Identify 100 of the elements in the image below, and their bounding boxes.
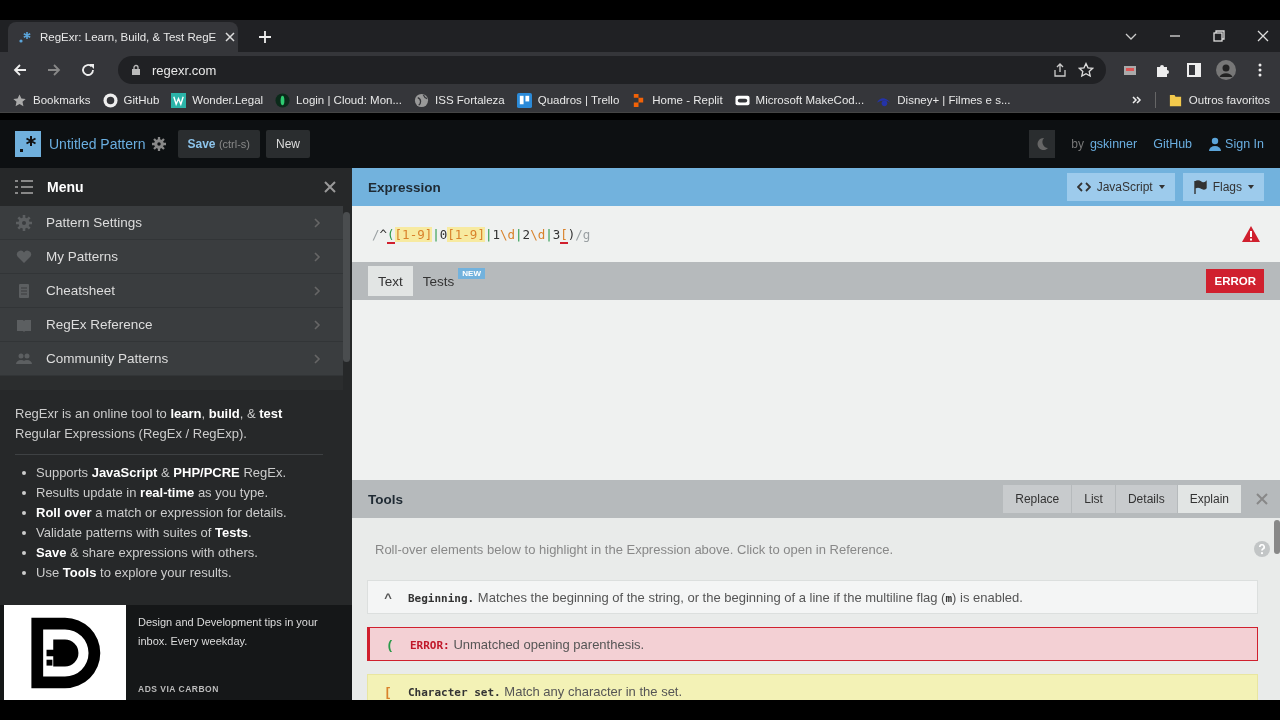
new-tab-icon[interactable] xyxy=(258,30,272,44)
gear-icon[interactable] xyxy=(151,137,166,151)
menu-item[interactable]: My Patterns xyxy=(0,240,343,274)
sign-in-link[interactable]: Sign In xyxy=(1208,137,1264,151)
ad-text[interactable]: Design and Development tips in your inbox. Every weekday. xyxy=(138,613,338,684)
chevron-right-icon xyxy=(313,216,321,229)
menu-title: Menu xyxy=(47,179,84,195)
panel-tab[interactable]: Text xyxy=(368,266,413,296)
bookmark-folder[interactable]: Outros favoritos xyxy=(1167,92,1270,108)
tool-tab[interactable]: List xyxy=(1072,485,1115,513)
code-icon xyxy=(1076,180,1091,194)
bookmark-label: ISS Fortaleza xyxy=(435,94,505,106)
avatar-icon[interactable] xyxy=(1216,60,1236,80)
warning-icon xyxy=(1242,226,1260,242)
list-icon xyxy=(15,180,33,194)
explain-item[interactable]: ( ERROR: Unmatched opening parenthesis. xyxy=(367,627,1258,661)
tab-title: RegExr: Learn, Build, & Test RegE xyxy=(40,31,217,43)
sidebar-icon[interactable] xyxy=(1186,62,1202,78)
ad-footer[interactable]: ADS VIA CARBON xyxy=(138,684,338,694)
star-icon xyxy=(12,92,27,108)
menu-item[interactable]: RegEx Reference xyxy=(0,308,343,342)
flag-icon xyxy=(1192,180,1207,194)
ad-logo[interactable] xyxy=(4,605,126,700)
pattern-title[interactable]: Untitled Pattern xyxy=(49,136,146,152)
scrollbar-thumb[interactable] xyxy=(1274,520,1280,554)
reload-icon[interactable] xyxy=(80,62,96,78)
menu-item[interactable]: Community Patterns xyxy=(0,342,343,376)
panel-title: Expression xyxy=(368,179,441,195)
bookmark-label: Wonder.Legal xyxy=(192,94,264,106)
chevron-right-icon xyxy=(313,250,321,263)
globe-icon xyxy=(414,92,429,108)
byline: by xyxy=(1071,137,1084,151)
flags-dropdown[interactable]: Flags xyxy=(1182,173,1264,201)
panel-title: Tools xyxy=(368,491,403,507)
forward-arrow-icon[interactable] xyxy=(46,62,62,78)
bookmark[interactable]: Disney+ | Filmes e s... xyxy=(876,92,1011,108)
folder-icon xyxy=(1167,92,1183,108)
bookmark[interactable]: Bookmarks xyxy=(12,92,91,108)
close-icon[interactable] xyxy=(224,31,237,43)
star-icon[interactable] xyxy=(1078,62,1094,78)
bookmark[interactable]: GitHub xyxy=(102,92,160,108)
scrollbar-thumb[interactable] xyxy=(343,212,350,362)
board-icon xyxy=(516,92,532,108)
bookmark[interactable]: Home - Replit xyxy=(631,92,723,108)
leaf-icon xyxy=(275,92,291,108)
explain-item[interactable]: ^ Beginning. Matches the beginning of the string, or the beginning of a line if the multiline flag (m) is enabled. xyxy=(367,580,1258,614)
bookmark[interactable]: Quadros | Trello xyxy=(516,92,620,108)
double-chevron-icon[interactable] xyxy=(1130,94,1143,106)
explain-item[interactable]: [ Character set. Match any character in the set. xyxy=(367,674,1258,700)
address-bar[interactable]: regexr.com xyxy=(118,56,1106,84)
hint-text: Roll-over elements below to highlight in the Expression above. Click to open in Reference. xyxy=(375,541,894,557)
theme-toggle[interactable] xyxy=(1029,130,1056,158)
share-icon[interactable] xyxy=(1052,62,1068,78)
bookmark-label: Login | Cloud: Mon... xyxy=(296,94,402,106)
tool-tab[interactable]: Replace xyxy=(1003,485,1072,513)
bookmark-label: Microsoft MakeCod... xyxy=(755,94,865,106)
feature-item: Validate patterns with suites of Tests. xyxy=(22,523,323,543)
error-status: ERROR xyxy=(1206,269,1264,293)
bookmark-label: GitHub xyxy=(123,94,160,106)
browser-tab[interactable]: RegExr: Learn, Build, & Test RegE xyxy=(8,22,238,52)
feature-item: Roll over a match or expression for details. xyxy=(22,503,323,523)
panel-tab[interactable]: Tests $^{NEW}$ xyxy=(412,266,495,296)
feature-item: Use Tools to explore your results. xyxy=(22,563,323,583)
github-link[interactable]: GitHub xyxy=(1153,137,1193,151)
tile-icon xyxy=(171,92,187,108)
bookmark[interactable]: Login | Cloud: Mon... xyxy=(275,92,402,108)
restore-icon[interactable] xyxy=(1212,29,1226,43)
menu-item[interactable]: Pattern Settings xyxy=(0,206,343,240)
bookmark-label: Home - Replit xyxy=(652,94,723,106)
bookmark[interactable]: Wonder.Legal xyxy=(171,92,264,108)
feature-item: Results update in real-time as you type. xyxy=(22,483,323,503)
intro-text: RegExr is an online tool to learn, build, & test Regular Expressions (RegEx / RegExp). xyxy=(15,405,284,443)
bookmark-label: Quadros | Trello xyxy=(537,94,620,106)
save-button[interactable]: Save (ctrl-s) xyxy=(177,130,261,158)
feature-item: Save & share expressions with others. xyxy=(22,543,323,563)
bookmark[interactable]: Microsoft MakeCod... xyxy=(734,92,865,108)
back-arrow-icon[interactable] xyxy=(12,62,28,78)
bookmark[interactable]: ISS Fortaleza xyxy=(414,92,505,108)
asterisk-icon xyxy=(18,30,32,44)
puzzle-icon[interactable] xyxy=(1154,62,1170,78)
chevron-right-icon xyxy=(313,352,321,365)
bookmark-label: Disney+ | Filmes e s... xyxy=(897,94,1011,106)
gear-icon xyxy=(16,214,32,231)
chevron-right-icon xyxy=(313,284,321,297)
bookmark-label: Bookmarks xyxy=(33,94,91,106)
logo-icon xyxy=(15,131,41,157)
author-link[interactable]: gskinner xyxy=(1089,137,1138,151)
lock-icon xyxy=(130,64,142,76)
menu-item[interactable]: Cheatsheet xyxy=(0,274,343,308)
feature-item: Supports JavaScript & PHP/PCRE RegEx. xyxy=(22,463,323,483)
new-button[interactable]: New xyxy=(266,130,311,158)
tool-tab[interactable]: Details xyxy=(1115,485,1177,513)
heart-icon xyxy=(16,248,32,265)
close-icon[interactable] xyxy=(324,181,336,193)
chevron-right-icon xyxy=(313,318,321,331)
bookmark-label: Outros favoritos xyxy=(1188,94,1270,106)
flavor-dropdown[interactable]: JavaScript xyxy=(1066,173,1175,201)
document-icon xyxy=(16,282,32,299)
user-icon xyxy=(1208,137,1223,151)
tool-tab[interactable]: Explain xyxy=(1177,485,1241,513)
